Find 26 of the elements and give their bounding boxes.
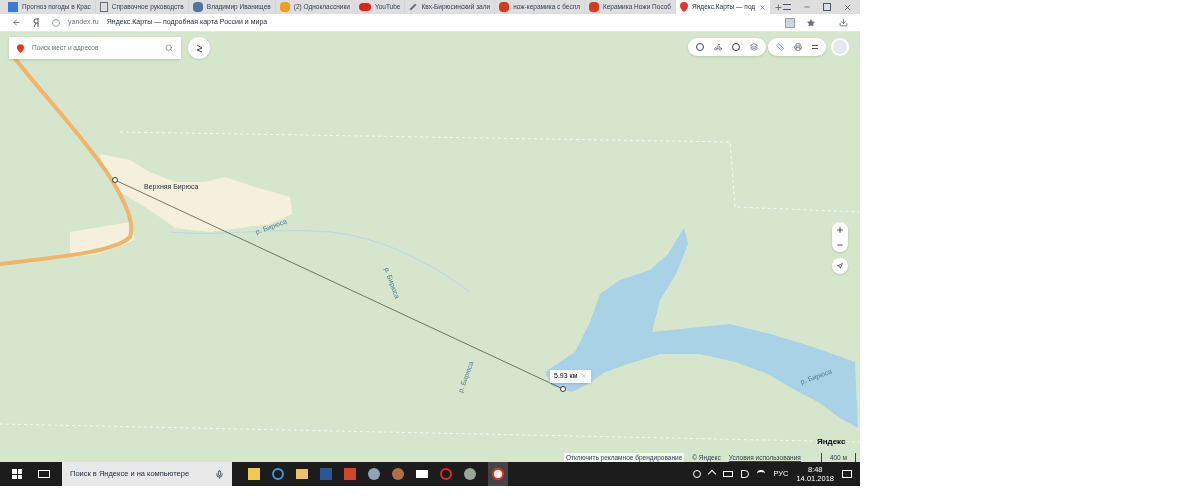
map-pin-icon — [17, 43, 24, 53]
play-icon — [358, 3, 371, 11]
yandex-logo-icon[interactable] — [33, 18, 40, 27]
menu-icon[interactable] — [783, 4, 791, 10]
start-icon[interactable] — [12, 469, 22, 479]
map-pin-icon — [680, 2, 689, 12]
star-icon[interactable] — [807, 18, 815, 27]
task-view-icon[interactable] — [38, 470, 50, 478]
back-icon[interactable] — [12, 18, 21, 27]
maximize-icon[interactable] — [823, 3, 831, 11]
yandex-logo: Яндекс — [817, 436, 846, 448]
zoom-in-icon[interactable] — [836, 225, 844, 234]
search-icon[interactable] — [165, 44, 173, 52]
menu-icon[interactable] — [812, 45, 818, 49]
ruler-icon[interactable] — [776, 43, 784, 51]
close-icon[interactable] — [759, 3, 767, 11]
layers-icon[interactable] — [750, 43, 758, 51]
document-icon — [99, 2, 108, 12]
new-tab-icon[interactable] — [774, 2, 783, 12]
print-icon[interactable] — [794, 43, 802, 51]
close-icon[interactable] — [843, 2, 852, 12]
microphone-icon[interactable] — [215, 469, 224, 479]
pen-icon — [409, 3, 417, 11]
location-icon — [837, 263, 843, 269]
bicycle-icon[interactable] — [714, 43, 722, 51]
download-icon[interactable] — [839, 18, 848, 27]
